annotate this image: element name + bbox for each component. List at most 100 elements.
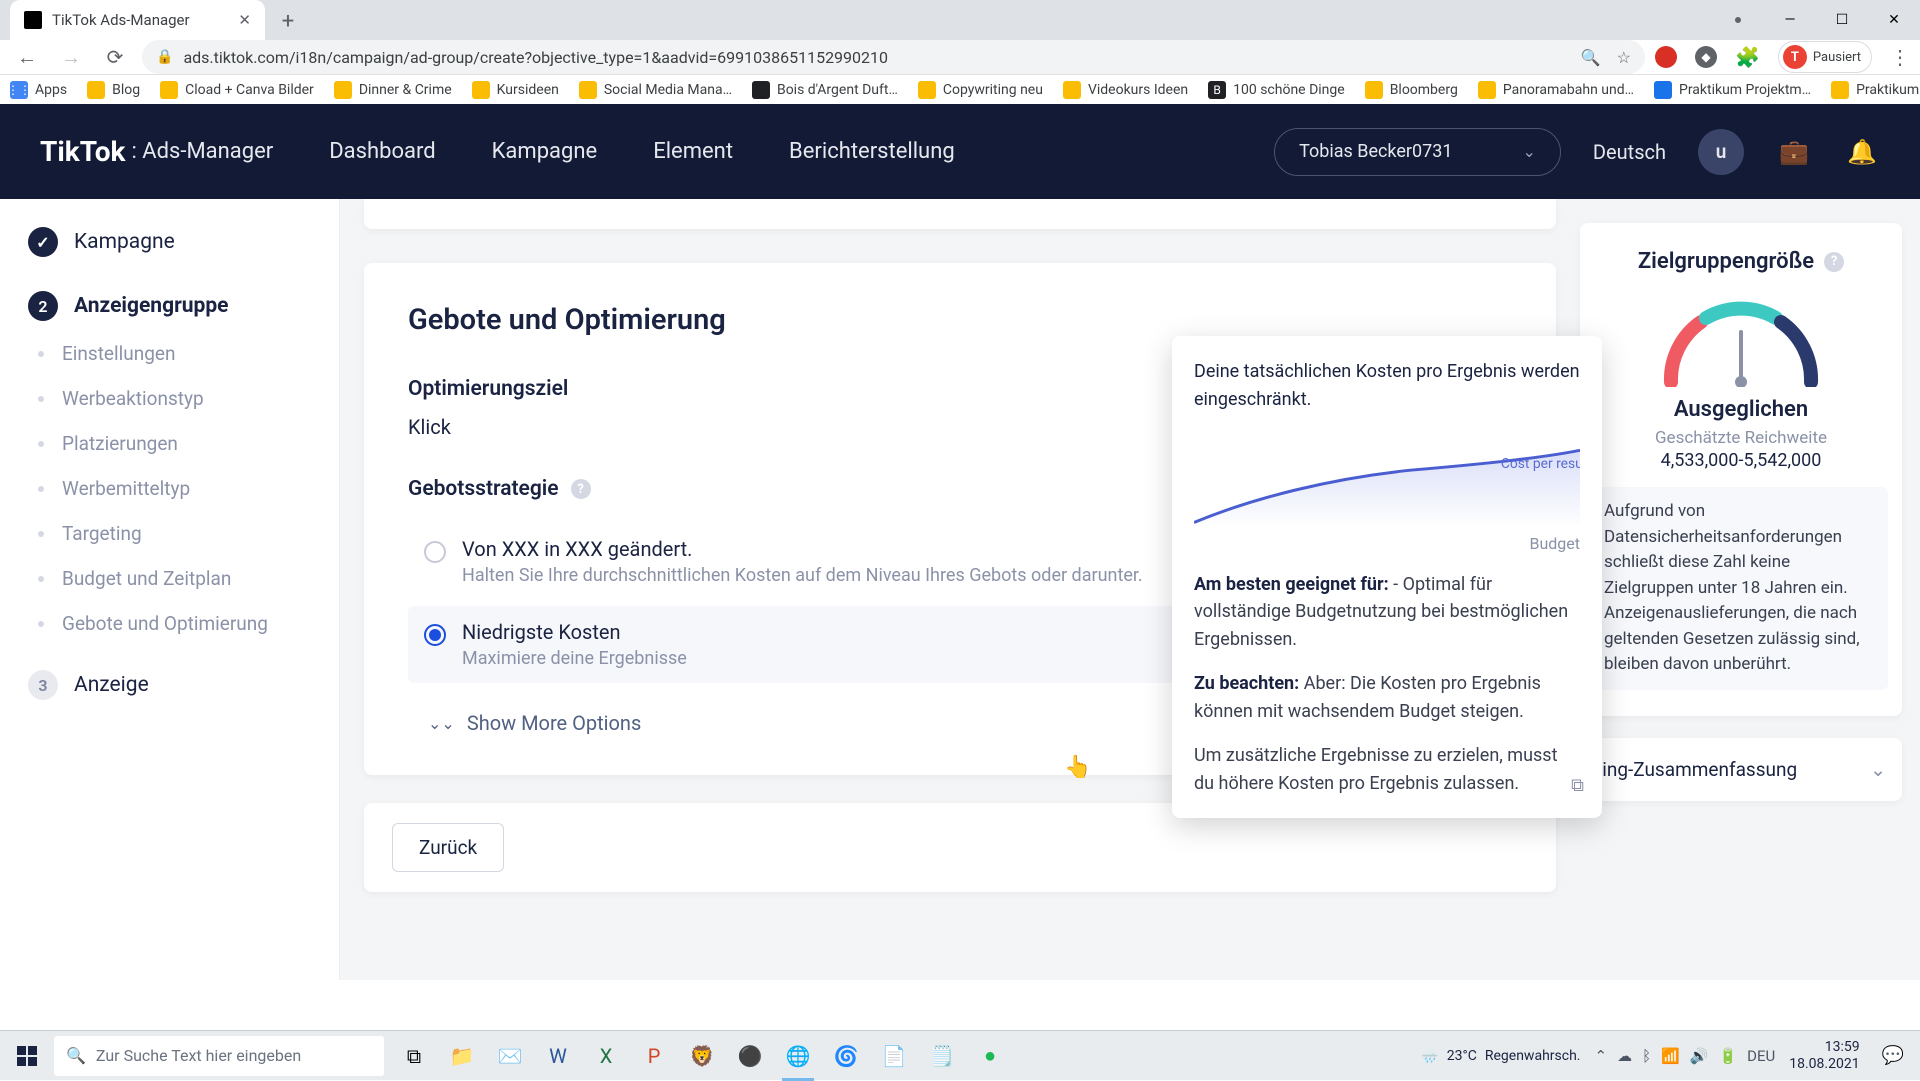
- profile-chip[interactable]: T Pausiert: [1778, 41, 1872, 73]
- radio-icon: [424, 541, 446, 563]
- bookmark-item[interactable]: Bois d'Argent Duft…: [752, 81, 898, 99]
- substep-werbeaktionstyp[interactable]: Werbeaktionstyp: [0, 376, 339, 421]
- logo-sub: : Ads-Manager: [131, 139, 273, 164]
- spotify-icon[interactable]: ●: [968, 1031, 1012, 1081]
- app-header: TikTok : Ads-Manager Dashboard Kampagne …: [0, 104, 1920, 199]
- window-close-button[interactable]: ✕: [1868, 0, 1920, 40]
- substep-targeting[interactable]: Targeting: [0, 511, 339, 556]
- chrome-icon[interactable]: 🌐: [776, 1031, 820, 1081]
- taskbar-search[interactable]: 🔍 Zur Suche Text hier eingeben: [54, 1036, 384, 1076]
- new-tab-button[interactable]: +: [271, 4, 305, 38]
- account-switcher[interactable]: Tobias Becker0731 ⌄: [1274, 128, 1561, 176]
- extension-generic-icon[interactable]: ◆: [1695, 46, 1717, 68]
- bookmark-item[interactable]: Bloomberg: [1365, 81, 1458, 99]
- bookmark-item[interactable]: Praktikum Projektm…: [1654, 81, 1811, 99]
- language-indicator[interactable]: DEU: [1747, 1047, 1775, 1065]
- step-anzeige[interactable]: 3 Anzeige: [0, 660, 339, 710]
- notifications-icon[interactable]: 🔔: [1844, 134, 1880, 170]
- browser-toolbar: ← → ⟳ 🔒 ads.tiktok.com/i18n/campaign/ad-…: [0, 40, 1920, 74]
- bookmark-apps[interactable]: ⋮⋮Apps: [10, 81, 67, 99]
- bookmark-item[interactable]: Social Media Mana…: [579, 81, 732, 99]
- action-center-icon[interactable]: 💬: [1874, 1045, 1912, 1066]
- extensions-puzzle-icon[interactable]: 🧩: [1735, 45, 1760, 69]
- notepad-icon[interactable]: 📄: [872, 1031, 916, 1081]
- audience-note: Aufgrund von Datensicherheitsanforderung…: [1594, 487, 1888, 690]
- edge-icon[interactable]: 🌀: [824, 1031, 868, 1081]
- start-button[interactable]: [0, 1031, 54, 1081]
- nav-kampagne[interactable]: Kampagne: [492, 139, 598, 164]
- mail-icon[interactable]: ✉️: [488, 1031, 532, 1081]
- substep-budget[interactable]: Budget und Zeitplan: [0, 556, 339, 601]
- address-bar[interactable]: 🔒 ads.tiktok.com/i18n/campaign/ad-group/…: [142, 40, 1645, 74]
- targeting-summary-card[interactable]: ting-Zusammenfassung ⌄: [1580, 738, 1902, 801]
- taskbar-clock[interactable]: 13:59 18.08.2021: [1789, 1039, 1859, 1073]
- bookmark-item[interactable]: Praktikum WU: [1831, 81, 1920, 99]
- excel-icon[interactable]: X: [584, 1031, 628, 1081]
- bookmark-item[interactable]: Videokurs Ideen: [1063, 81, 1188, 99]
- step-label: Anzeigengruppe: [74, 294, 229, 318]
- user-avatar[interactable]: u: [1698, 129, 1744, 175]
- bookmark-star-icon[interactable]: ☆: [1617, 48, 1631, 67]
- bookmark-item[interactable]: Cload + Canva Bilder: [160, 81, 314, 99]
- word-icon[interactable]: W: [536, 1031, 580, 1081]
- volume-icon[interactable]: 🔊: [1690, 1047, 1709, 1065]
- onedrive-icon[interactable]: ☁: [1617, 1047, 1632, 1065]
- substep-gebote[interactable]: Gebote und Optimierung: [0, 601, 339, 646]
- chrome-menu-icon[interactable]: ⋮: [1890, 45, 1910, 69]
- substep-einstellungen[interactable]: Einstellungen: [0, 331, 339, 376]
- app-logo[interactable]: TikTok : Ads-Manager: [40, 135, 273, 168]
- wifi-icon[interactable]: 📶: [1661, 1047, 1680, 1065]
- option-desc: Maximiere deine Ergebnisse: [462, 648, 687, 669]
- bookmark-item[interactable]: Panoramabahn und…: [1478, 81, 1634, 99]
- bookmark-item[interactable]: Blog: [87, 81, 140, 99]
- gauge-chart: [1651, 292, 1831, 387]
- business-center-icon[interactable]: 💼: [1776, 134, 1812, 170]
- task-view-icon[interactable]: ⧉: [392, 1031, 436, 1081]
- back-button[interactable]: ←: [10, 40, 44, 74]
- substep-platzierungen[interactable]: Platzierungen: [0, 421, 339, 466]
- nav-dashboard[interactable]: Dashboard: [329, 139, 435, 164]
- weather-temp: 23°C: [1447, 1048, 1477, 1064]
- file-explorer-icon[interactable]: 📁: [440, 1031, 484, 1081]
- site-icon: B: [1208, 81, 1226, 99]
- nav-berichterstellung[interactable]: Berichterstellung: [789, 139, 955, 164]
- powerpoint-icon[interactable]: P: [632, 1031, 676, 1081]
- forward-button[interactable]: →: [54, 40, 88, 74]
- obs-icon[interactable]: ⚫: [728, 1031, 772, 1081]
- folder-icon: [472, 81, 490, 99]
- browser-tab[interactable]: TikTok Ads-Manager ✕: [10, 0, 265, 40]
- reload-button[interactable]: ⟳: [98, 40, 132, 74]
- info-icon[interactable]: ?: [1824, 252, 1844, 272]
- brave-icon[interactable]: 🦁: [680, 1031, 724, 1081]
- bookmark-item[interactable]: Kursideen: [472, 81, 559, 99]
- substep-werbemitteltyp[interactable]: Werbemitteltyp: [0, 466, 339, 511]
- weather-widget[interactable]: 🌧️ 23°C Regenwahrsch.: [1421, 1048, 1580, 1064]
- bookmark-item[interactable]: Dinner & Crime: [334, 81, 452, 99]
- window-minimize-button[interactable]: ―: [1764, 0, 1816, 40]
- back-button[interactable]: Zurück: [392, 823, 504, 872]
- folder-icon: [87, 81, 105, 99]
- search-icon: 🔍: [66, 1046, 86, 1065]
- step-anzeigengruppe[interactable]: 2 Anzeigengruppe: [0, 281, 339, 331]
- window-maximize-button[interactable]: ☐: [1816, 0, 1868, 40]
- battery-icon[interactable]: 🔋: [1718, 1047, 1737, 1065]
- zoom-icon[interactable]: 🔍: [1581, 48, 1601, 67]
- nav-element[interactable]: Element: [653, 139, 733, 164]
- popover-extra: Um zusätzliche Ergebnisse zu erzielen, m…: [1194, 745, 1557, 794]
- tray-chevron-icon[interactable]: ⌃: [1594, 1047, 1607, 1065]
- language-switcher[interactable]: Deutsch: [1593, 140, 1666, 164]
- chrome-account-dot-icon[interactable]: [1712, 0, 1764, 40]
- audience-size-card: Zielgruppengröße ? Ausgeglichen Geschätz…: [1580, 223, 1902, 716]
- bookmark-item[interactable]: Copywriting neu: [918, 81, 1043, 99]
- bookmark-item[interactable]: B100 schöne Dinge: [1208, 81, 1345, 99]
- step-kampagne[interactable]: ✓ Kampagne: [0, 217, 339, 267]
- extension-adblock-icon[interactable]: [1655, 46, 1677, 68]
- option-title: Von XXX in XXX geändert.: [462, 537, 1143, 561]
- close-tab-icon[interactable]: ✕: [238, 11, 251, 29]
- folder-icon: [1063, 81, 1081, 99]
- option-desc: Halten Sie Ihre durchschnittlichen Koste…: [462, 565, 1143, 586]
- external-link-icon[interactable]: ⧉: [1571, 772, 1584, 800]
- bluetooth-icon[interactable]: ᛒ: [1642, 1047, 1651, 1065]
- info-icon[interactable]: ?: [571, 479, 591, 499]
- calculator-icon[interactable]: 🗒️: [920, 1031, 964, 1081]
